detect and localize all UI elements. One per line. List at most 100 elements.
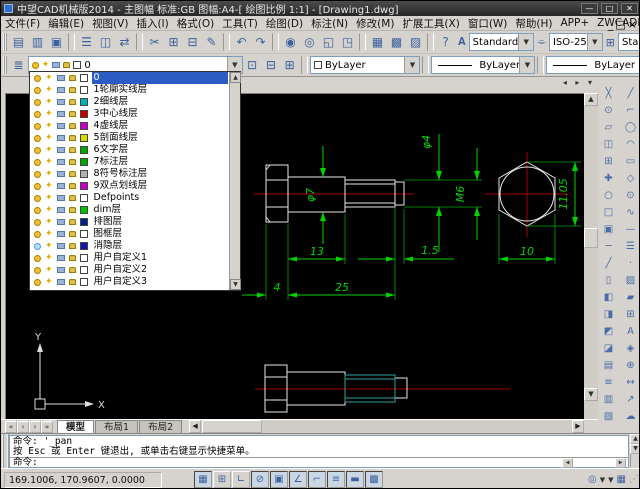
toolbar-button[interactable]: ◨ xyxy=(599,306,618,323)
lock-icon[interactable] xyxy=(69,255,76,261)
status-toggle-button[interactable]: ▦ xyxy=(194,471,212,488)
layer-name[interactable]: Defpoints xyxy=(92,192,228,204)
toolbar-drag-handle[interactable] xyxy=(3,56,7,74)
command-window-drag-handle[interactable] xyxy=(2,434,9,469)
printer-icon[interactable] xyxy=(57,267,65,273)
toolbar-button[interactable]: ▥ xyxy=(599,391,618,408)
toolbar-button[interactable]: ↶ xyxy=(232,33,251,52)
printer-icon[interactable] xyxy=(57,159,65,165)
layer-row[interactable]: ✦ 5剖面线层 xyxy=(30,132,240,144)
layer-color-swatch[interactable] xyxy=(80,170,88,178)
printer-icon[interactable] xyxy=(57,243,65,249)
toolbar-button[interactable]: ▣ xyxy=(599,221,618,238)
sun-icon[interactable]: ✦ xyxy=(45,134,53,143)
toolbar-button[interactable]: ? xyxy=(436,33,455,52)
sun-icon[interactable]: ✦ xyxy=(45,230,53,239)
printer-icon[interactable] xyxy=(57,279,65,285)
sun-icon[interactable]: ✦ xyxy=(45,110,53,119)
toolbar-button[interactable]: ◫ xyxy=(599,136,618,153)
toolbar-button[interactable]: ▩ xyxy=(387,33,406,52)
minimize-button[interactable]: — xyxy=(581,3,598,14)
menu-item[interactable]: APP+ xyxy=(557,17,594,29)
scrollbar-thumb[interactable] xyxy=(584,228,598,248)
scroll-up-icon[interactable]: ▲ xyxy=(230,72,241,83)
printer-icon[interactable] xyxy=(57,207,65,213)
printer-icon[interactable] xyxy=(57,99,65,105)
status-toggle-button[interactable]: ⌐ xyxy=(308,471,326,488)
bulb-icon[interactable] xyxy=(34,255,41,262)
layer-color-swatch[interactable] xyxy=(80,194,88,202)
bulb-icon[interactable] xyxy=(34,87,41,94)
lock-icon[interactable] xyxy=(69,231,76,237)
toolbar-button[interactable]: ∿ xyxy=(621,204,640,221)
sun-icon[interactable]: ✦ xyxy=(45,98,53,107)
status-toggle-button[interactable]: ∠ xyxy=(289,471,307,488)
toolbar-button[interactable] xyxy=(223,33,230,51)
sun-icon[interactable]: ✦ xyxy=(45,86,53,95)
status-toggle-button[interactable]: ▩ xyxy=(365,471,383,488)
horizontal-scrollbar[interactable]: ◀ ▶ xyxy=(189,420,584,433)
sun-icon[interactable]: ✦ xyxy=(45,218,53,227)
bulb-icon[interactable] xyxy=(34,183,41,190)
menu-item[interactable]: 标注(N) xyxy=(307,16,352,31)
lock-icon[interactable] xyxy=(69,135,76,141)
layer-row[interactable]: ✦ 1轮廓实线层 xyxy=(30,84,240,96)
menu-item[interactable]: 修改(M) xyxy=(352,16,398,31)
layer-previous-icon[interactable]: ⊟ xyxy=(262,56,281,75)
toolbar-button[interactable]: ⊟ xyxy=(183,33,202,52)
toolbar-button[interactable]: ◇ xyxy=(621,170,640,187)
lock-icon[interactable] xyxy=(69,183,76,189)
toolbar-button[interactable]: ○ xyxy=(599,187,618,204)
toolbar-button[interactable] xyxy=(272,33,279,51)
toolbar-button[interactable]: ◪ xyxy=(599,340,618,357)
toolbar-button[interactable]: ▣ xyxy=(47,33,66,52)
layer-name[interactable]: 用户自定义3 xyxy=(92,276,228,288)
lock-icon[interactable] xyxy=(69,147,76,153)
bulb-icon[interactable] xyxy=(34,111,41,118)
layer-row[interactable]: ✦ 7标注层 xyxy=(30,156,240,168)
layer-name[interactable]: 9双点划线层 xyxy=(92,180,228,192)
layer-color-swatch[interactable] xyxy=(80,86,88,94)
printer-icon[interactable] xyxy=(57,75,65,81)
color-combo[interactable]: ByLayer▼ xyxy=(310,56,420,74)
toolbar-button[interactable]: ─ xyxy=(599,238,618,255)
chevron-down-icon[interactable]: ▼ xyxy=(587,34,602,50)
resize-grip[interactable]: ⋰ xyxy=(629,474,639,485)
status-toggle-button[interactable]: ≡ xyxy=(327,471,345,488)
toolbar-drag-handle[interactable] xyxy=(3,33,7,51)
layer-color-swatch[interactable] xyxy=(80,158,88,166)
bulb-icon[interactable] xyxy=(34,171,41,178)
printer-icon[interactable] xyxy=(57,123,65,129)
toolbar-button[interactable]: ◯ xyxy=(621,119,640,136)
toolbar-button[interactable]: — xyxy=(621,221,640,238)
toolbar-button[interactable]: ▨ xyxy=(621,272,640,289)
layer-name[interactable]: 6文字层 xyxy=(92,144,228,156)
layer-name[interactable]: 4虚线层 xyxy=(92,120,228,132)
sun-icon[interactable]: ✦ xyxy=(45,158,53,167)
toolbar-button[interactable]: ▥ xyxy=(28,33,47,52)
layer-row[interactable]: ✦ 3中心线层 xyxy=(30,108,240,120)
layer-color-swatch[interactable] xyxy=(80,74,88,82)
lock-icon[interactable] xyxy=(69,207,76,213)
bulb-icon[interactable] xyxy=(34,231,41,238)
layout-tab[interactable]: 布局2 xyxy=(139,420,182,433)
menu-item[interactable]: 格式(O) xyxy=(173,16,218,31)
layer-name[interactable]: 图框层 xyxy=(92,228,228,240)
sun-icon[interactable]: ✦ xyxy=(45,122,53,131)
text-style-combo[interactable]: Standard▼ xyxy=(469,33,535,51)
make-layer-current-icon[interactable]: ⊞ xyxy=(280,56,299,75)
linetype-combo[interactable]: ByLayer▼ xyxy=(431,56,535,74)
lock-icon[interactable] xyxy=(69,87,76,93)
printer-icon[interactable] xyxy=(57,231,65,237)
menu-item[interactable]: 编辑(E) xyxy=(44,16,88,31)
command-window[interactable]: 命令: '_pan按 Esc 或 Enter 键退出, 或单击右键显示快捷菜单。… xyxy=(9,435,629,468)
chevron-down-icon[interactable]: ▼ xyxy=(518,34,533,50)
menu-item[interactable]: 帮助(H) xyxy=(511,16,556,31)
toolbar-button[interactable]: ↗ xyxy=(621,391,640,408)
toolbar-button[interactable]: ☰ xyxy=(621,238,640,255)
lock-icon[interactable] xyxy=(69,279,76,285)
toolbar-button[interactable]: ⊙ xyxy=(599,102,618,119)
bulb-icon[interactable] xyxy=(34,159,41,166)
toolbar-button[interactable]: ☰ xyxy=(77,33,96,52)
sun-icon[interactable]: ✦ xyxy=(45,206,53,215)
